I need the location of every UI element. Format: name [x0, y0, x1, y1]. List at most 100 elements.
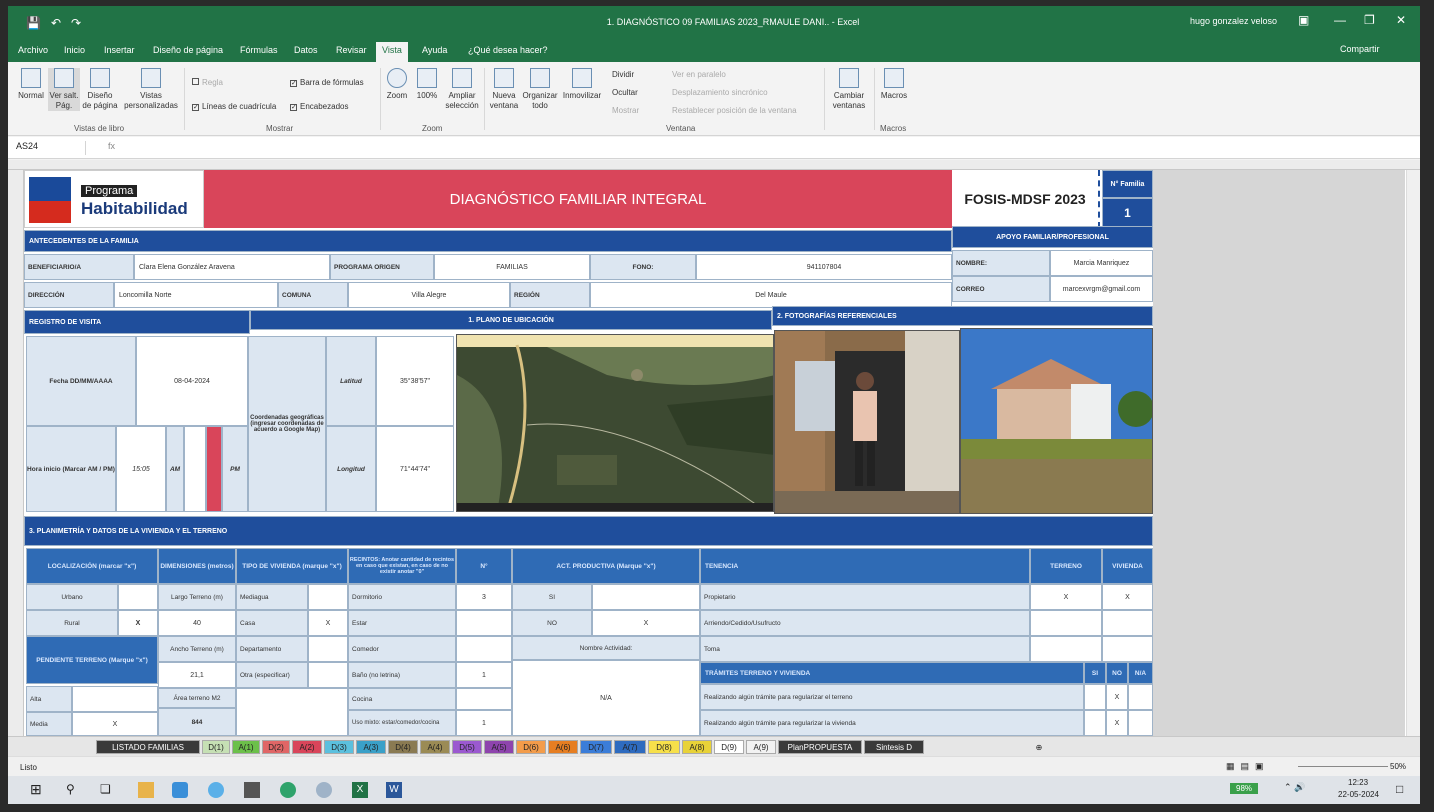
propietario-vivienda-cell[interactable]: X [1102, 584, 1153, 610]
tramite-vivienda-no[interactable]: X [1106, 710, 1128, 736]
otra-especificar-cell[interactable] [236, 688, 348, 736]
cocina-cell[interactable] [456, 688, 512, 710]
app-icon[interactable] [316, 782, 332, 798]
search-icon[interactable]: ⚲ [66, 782, 82, 798]
user-name[interactable]: hugo gonzalez veloso [1190, 16, 1277, 26]
page-break-view-button[interactable]: Ver salt. Pág. [48, 68, 80, 111]
edge-icon[interactable] [280, 782, 296, 798]
freeze-panes-button[interactable]: Inmovilizar [560, 68, 604, 101]
unhide-button[interactable]: Mostrar [612, 106, 639, 115]
latitud-cell[interactable]: 35°38'57" [376, 336, 454, 426]
longitud-cell[interactable]: 71°44'74" [376, 426, 454, 512]
otra-cell[interactable] [308, 662, 348, 688]
hora-cell[interactable]: 15:05 [116, 426, 166, 512]
calculator-icon[interactable] [244, 782, 260, 798]
quick-access-toolbar[interactable]: 💾↶↷ [26, 16, 91, 30]
ruler-checkbox[interactable]: Regla [192, 78, 223, 87]
am-label[interactable]: AM [166, 426, 184, 512]
toma-vivienda-cell[interactable] [1102, 636, 1153, 662]
departamento-cell[interactable] [308, 636, 348, 662]
beneficiario-cell[interactable]: Clara Elena González Aravena [134, 254, 330, 280]
vertical-scrollbar[interactable] [1406, 170, 1420, 736]
no-cell[interactable]: X [592, 610, 700, 636]
tab-revisar[interactable]: Revisar [336, 45, 367, 55]
notifications-icon[interactable]: □ [1396, 782, 1403, 796]
normal-view-button[interactable]: Normal [14, 68, 48, 101]
correo-cell[interactable]: marcexvrgm@gmail.com [1050, 276, 1153, 302]
sheet-tab[interactable]: D(6) [516, 740, 546, 754]
ribbon-display-icon[interactable]: ▣ [1298, 13, 1309, 27]
sheet-tab[interactable]: A(2) [292, 740, 322, 754]
tell-me-search[interactable]: ¿Qué desea hacer? [468, 45, 548, 55]
switch-windows-button[interactable]: Cambiar ventanas [826, 68, 872, 111]
tab-formulas[interactable]: Fórmulas [240, 45, 278, 55]
sheet-tab[interactable]: D(5) [452, 740, 482, 754]
tab-diseno[interactable]: Diseño de página [153, 45, 223, 55]
battery-indicator[interactable]: 98% [1230, 783, 1259, 794]
toma-terreno-cell[interactable] [1030, 636, 1102, 662]
zoom-selection-button[interactable]: Ampliar selección [444, 68, 480, 111]
share-button[interactable]: Compartir [1340, 44, 1380, 54]
store-icon[interactable] [172, 782, 188, 798]
nombre-actividad-cell[interactable]: N/A [512, 660, 700, 736]
add-sheet-icon[interactable]: ⊕ [1032, 740, 1046, 754]
sheet-tab[interactable]: D(7) [580, 740, 612, 754]
browser-icon[interactable] [208, 782, 224, 798]
pm-marked-cell[interactable] [206, 426, 222, 512]
sheet-tab[interactable]: A(6) [548, 740, 578, 754]
fono-cell[interactable]: 941107804 [696, 254, 952, 280]
name-box[interactable]: AS24 [16, 141, 86, 155]
programa-origen-cell[interactable]: FAMILIAS [434, 254, 590, 280]
media-cell[interactable]: X [72, 712, 158, 736]
sheet-tab[interactable]: A(3) [356, 740, 386, 754]
reset-window-button[interactable]: Restablecer posición de la ventana [672, 106, 797, 115]
headings-checkbox[interactable]: ✓ Encabezados [290, 102, 348, 111]
tab-archivo[interactable]: Archivo [18, 45, 48, 55]
unused-sheet-area[interactable] [1153, 170, 1405, 736]
fecha-cell[interactable]: 08-04-2024 [136, 336, 248, 426]
arriendo-vivienda-cell[interactable] [1102, 610, 1153, 636]
sheet-tab[interactable]: D(4) [388, 740, 418, 754]
estar-cell[interactable] [456, 610, 512, 636]
formula-bar-checkbox[interactable]: ✓ Barra de fórmulas [290, 78, 364, 87]
sheet-tab[interactable]: D(2) [262, 740, 290, 754]
page-layout-view-button[interactable]: Diseño de página [82, 68, 118, 111]
ancho-cell[interactable]: 21,1 [158, 662, 236, 688]
sheet-tab[interactable]: PlanPROPUESTA [778, 740, 862, 754]
view-side-by-side-button[interactable]: Ver en paralelo [672, 70, 726, 79]
tramite-terreno-na[interactable] [1128, 684, 1153, 710]
macros-button[interactable]: Macros [878, 68, 910, 101]
custom-views-button[interactable]: Vistas personalizadas [122, 68, 180, 111]
zoom-slider[interactable] [1298, 766, 1388, 767]
largo-cell[interactable]: 40 [158, 610, 236, 636]
start-icon[interactable]: ⊞ [30, 781, 46, 797]
clock-time[interactable]: 12:23 [1348, 778, 1368, 787]
area-cell[interactable]: 844 [158, 708, 236, 736]
tramite-terreno-no[interactable]: X [1106, 684, 1128, 710]
sheet-tab[interactable]: D(1) [202, 740, 230, 754]
region-cell[interactable]: Del Maule [590, 282, 952, 308]
nombre-cell[interactable]: Marcia Manriquez [1050, 250, 1153, 276]
sheet-tab[interactable]: D(8) [648, 740, 680, 754]
sheet-tab[interactable]: D(3) [324, 740, 354, 754]
alta-cell[interactable] [72, 686, 158, 712]
tab-insertar[interactable]: Insertar [104, 45, 135, 55]
tab-inicio[interactable]: Inicio [64, 45, 85, 55]
clock-date[interactable]: 22-05-2024 [1338, 790, 1379, 799]
mediagua-cell[interactable] [308, 584, 348, 610]
sheet-tab[interactable]: A(9) [746, 740, 776, 754]
new-window-button[interactable]: Nueva ventana [488, 68, 520, 111]
si-cell[interactable] [592, 584, 700, 610]
view-mode-icons[interactable]: ▦▤▣ [1226, 761, 1270, 772]
sheet-tab[interactable]: A(4) [420, 740, 450, 754]
propietario-terreno-cell[interactable]: X [1030, 584, 1102, 610]
word-icon[interactable]: W [386, 782, 402, 798]
tramite-vivienda-na[interactable] [1128, 710, 1153, 736]
sheet-tab[interactable]: A(8) [682, 740, 712, 754]
rural-cell[interactable]: X [118, 610, 158, 636]
comedor-cell[interactable] [456, 636, 512, 662]
sheet-tab[interactable]: Sintesis D [864, 740, 924, 754]
tray-icons[interactable]: ⌃ 🔊 [1284, 782, 1305, 793]
zoom-button[interactable]: Zoom [384, 68, 410, 101]
tab-datos[interactable]: Datos [294, 45, 318, 55]
